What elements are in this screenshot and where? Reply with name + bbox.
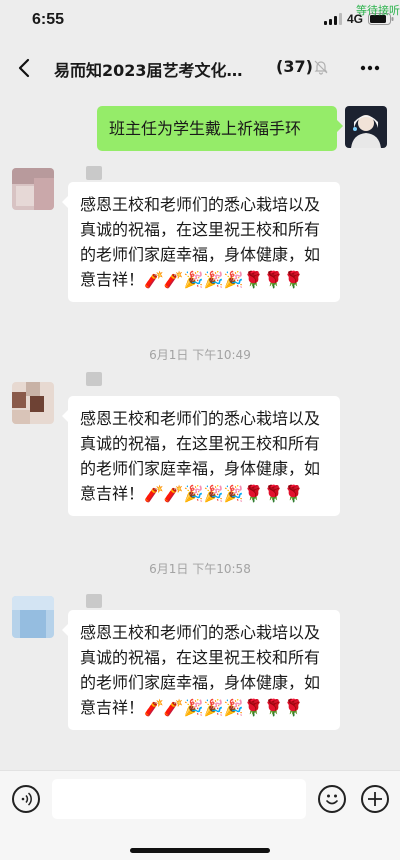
avatar-sender[interactable] xyxy=(12,596,54,638)
sender-name xyxy=(86,594,102,608)
status-time: 6:55 xyxy=(32,11,65,28)
chat-title: 易而知2023届艺考文化… xyxy=(54,61,243,80)
plus-button[interactable] xyxy=(361,785,389,813)
signal-icon xyxy=(323,13,342,25)
voice-button[interactable] xyxy=(12,785,40,813)
message-timestamp: 6月1日 下午10:49 xyxy=(149,348,251,362)
avatar-self[interactable] xyxy=(345,106,387,148)
emoji-icon xyxy=(326,794,338,805)
avatar-sender[interactable] xyxy=(12,382,54,424)
outgoing-message-bubble[interactable]: 班主任为学生戴上祈福手环 xyxy=(97,106,343,151)
avatar-sender[interactable] xyxy=(12,168,54,210)
back-button[interactable] xyxy=(10,54,38,82)
voice-icon xyxy=(21,792,32,806)
more-dots-icon xyxy=(360,65,380,71)
home-indicator xyxy=(130,848,270,853)
message-text: 感恩王校和老师们的悉心栽培以及真诚的祝福，在这里祝王校和所有的老师们家庭幸福，身… xyxy=(80,409,321,503)
message-text: 班主任为学生戴上祈福手环 xyxy=(109,119,302,138)
member-count: (37) xyxy=(276,57,313,76)
incoming-message-bubble[interactable]: 感恩王校和老师们的悉心栽培以及真诚的祝福，在这里祝王校和所有的老师们家庭幸福，身… xyxy=(62,610,340,730)
chat-header: 易而知2023届艺考文化… (37) xyxy=(0,44,400,92)
sender-name xyxy=(86,372,102,386)
message-timestamp: 6月1日 下午10:58 xyxy=(149,562,251,576)
chevron-left-icon xyxy=(18,58,30,78)
message-text: 感恩王校和老师们的悉心栽培以及真诚的祝福，在这里祝王校和所有的老师们家庭幸福，身… xyxy=(80,195,321,289)
more-button[interactable] xyxy=(358,56,382,80)
incoming-message-bubble[interactable]: 感恩王校和老师们的悉心栽培以及真诚的祝福，在这里祝王校和所有的老师们家庭幸福，身… xyxy=(62,182,340,302)
call-waiting-overlay[interactable]: 等待接听 xyxy=(356,2,400,18)
sender-name xyxy=(86,166,102,180)
plus-icon xyxy=(368,792,382,806)
message-text: 感恩王校和老师们的悉心栽培以及真诚的祝福，在这里祝王校和所有的老师们家庭幸福，身… xyxy=(80,623,321,717)
bell-muted-icon xyxy=(314,60,328,75)
message-input[interactable] xyxy=(52,779,306,819)
message-list[interactable]: 班主任为学生戴上祈福手环 感恩王校和老师们的悉心栽培以及真诚的祝福，在这里祝王校… xyxy=(0,92,400,770)
emoji-button[interactable] xyxy=(318,785,346,813)
incoming-message-bubble[interactable]: 感恩王校和老师们的悉心栽培以及真诚的祝福，在这里祝王校和所有的老师们家庭幸福，身… xyxy=(62,396,340,516)
input-bar xyxy=(0,770,400,860)
status-bar: 6:55 4G 等待接听 xyxy=(0,0,400,44)
